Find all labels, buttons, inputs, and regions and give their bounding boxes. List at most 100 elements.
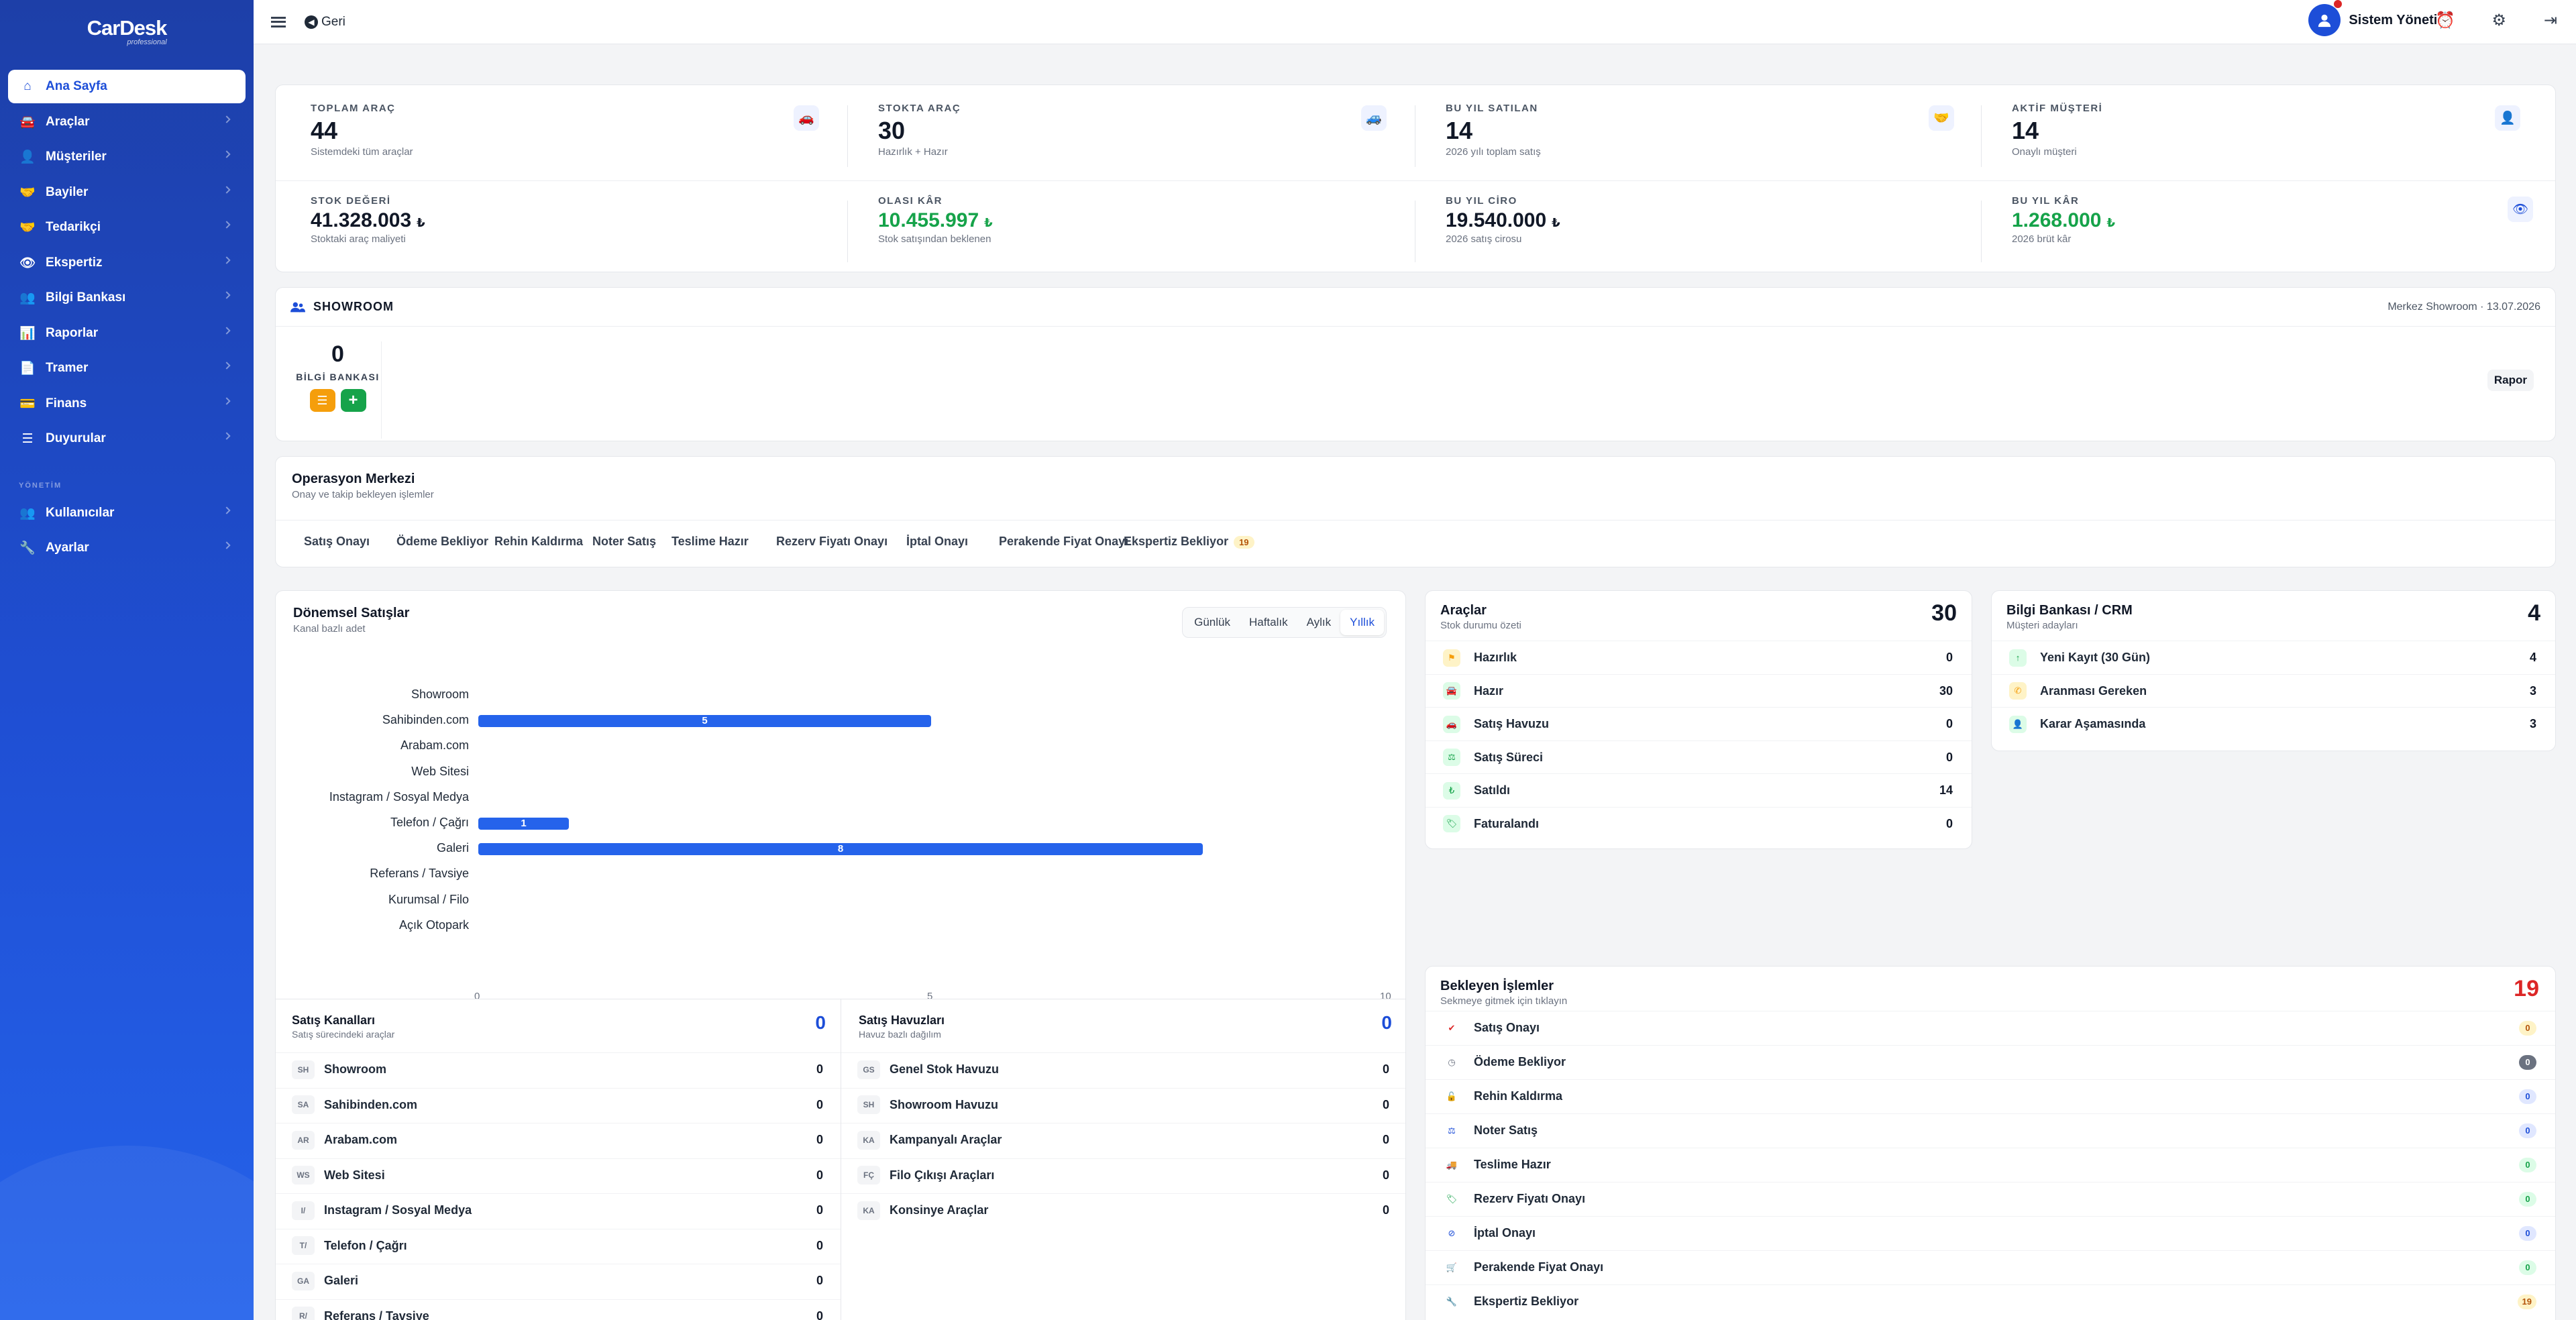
channels-row[interactable]: R/Referans / Tavsiye 0 [276,1299,841,1320]
vehicles-row[interactable]: 🚗 Satış Havuzu 0 [1426,707,1972,740]
channels-row[interactable]: WS Web Sitesi 0 [276,1158,841,1192]
bar[interactable]: 5 [478,715,931,728]
bar-category-label: Kurumsal / Filo [388,892,469,906]
pools-row[interactable]: KA Kampanyalı Araçlar 0 [841,1123,1405,1156]
main-content: TOPLAM ARAÇ 44 Sistemdeki tüm araçlar 🚗 STOK… [254,44,2576,1320]
sidebar-item[interactable]: 🤝 Bayiler [8,176,246,209]
add-button[interactable]: + [340,389,366,412]
channels-row[interactable]: I/Instagram / Sosyal Medya 0 [276,1193,841,1227]
pools-row[interactable]: SH Showroom Havuzu 0 [841,1087,1405,1121]
sidebar-item[interactable]: 🚘 Araçlar [8,105,246,139]
pools-row-value: 0 [1382,1203,1389,1217]
gavel-icon: ⚖ [1443,749,1460,766]
pools-row[interactable]: KA Konsinye Araçlar 0 [841,1193,1405,1227]
tab-operation[interactable]: Rezerv Fiyatı Onayı [776,535,888,549]
sidebar-item[interactable]: 📄 Tramer [8,351,246,385]
stat-subtitle: 2026 satış cirosu [1446,233,1522,245]
tab-operation[interactable]: İptal Onayı [906,535,968,549]
vehicles-row-value: 0 [1945,750,1953,764]
pending-row[interactable]: ⊘ İptal Onayı 0 [1426,1216,2555,1250]
channels-row-label: Galeri [324,1274,359,1287]
pools-row-label: Konsinye Araçlar [890,1203,989,1217]
tab-operation[interactable]: Ödeme Bekliyor [396,535,488,549]
vehicles-row[interactable]: ⚖ Satış Süreci 0 [1426,740,1972,774]
report-button[interactable]: Rapor [2487,370,2534,391]
tab-operation[interactable]: Perakende Fiyat Onayı [999,535,1128,549]
pending-row[interactable]: ◷ Ödeme Bekliyor 0 [1426,1045,2555,1079]
flag-icon: ⚑ [1443,649,1460,667]
sidebar-item[interactable]: ⌂ Ana Sayfa [8,70,246,103]
pools-row-value: 0 [1382,1062,1389,1076]
tab-operation[interactable]: Rehin Kaldırma [494,535,583,549]
abbr-badge: WS [292,1166,315,1185]
list-button[interactable]: ☰ [309,389,335,412]
vehicles-row[interactable]: ₺ Satıldı 14 [1426,773,1972,807]
chevron-right-icon [223,541,231,549]
pending-row[interactable]: 🏷 Rezerv Fiyatı Onayı 0 [1426,1182,2555,1215]
pending-row[interactable]: 🔧 Ekspertiz Bekliyor 19 [1426,1284,2555,1318]
channels-row[interactable]: AR Arabam.com 0 [276,1123,841,1156]
crm-row[interactable]: ✆ Aranması Gereken 3 [1992,673,2555,708]
channels-row[interactable]: SH Showroom 0 [276,1052,841,1086]
currency-symbol: ₺ [2106,216,2115,229]
sidebar-item[interactable]: 🔧 Ayarlar [8,531,246,565]
gear-icon[interactable]: ⚙ [2491,11,2506,30]
pending-row[interactable]: ⚖ Noter Satış 0 [1426,1113,2555,1147]
ban-icon: ⊘ [1448,1227,1456,1238]
chart-icon: 📊 [19,326,36,341]
stat-money-2: BU YIL CİRO 19.540.000 ₺ 2026 satış cirosu [1446,195,1560,245]
topbar: ◀ Geri Sistem Yönetici ⏰ ⚙ ⇥ [254,0,2576,44]
tab-operation[interactable]: Satış Onayı [304,535,370,549]
pending-row[interactable]: 🛒 Perakende Fiyat Onayı 0 [1426,1250,2555,1284]
pending-row[interactable]: 🔓 Rehin Kaldırma 0 [1426,1079,2555,1113]
sidebar-item[interactable]: 💳 Finans [8,387,246,421]
sidebar-item[interactable]: 👤 Müşteriler [8,140,246,174]
vehicles-row[interactable]: 🚘 Hazır 30 [1426,673,1972,708]
bar-category-label: Arabam.com [400,738,469,753]
sidebar-item[interactable]: 👥 Kullanıcılar [8,496,246,530]
tab-operation[interactable]: Noter Satış [592,535,656,549]
pending-row[interactable]: 🚚 Teslime Hazır 0 [1426,1148,2555,1181]
crm-row[interactable]: 👤 Karar Aşamasında 3 [1992,707,2555,740]
sidebar-item[interactable]: 📊 Raporlar [8,317,246,350]
channels-row[interactable]: T/Telefon / Çağrı 0 [276,1228,841,1262]
home-icon: ⌂ [23,79,32,93]
alarm-clock-icon[interactable]: ⏰ [2435,11,2455,30]
pools-row[interactable]: GS Genel Stok Havuzu 0 [841,1052,1405,1086]
vehicles-row[interactable]: 🏷 Faturalandı 0 [1426,806,1972,840]
vehicles-row[interactable]: ⚑ Hazırlık 0 [1426,641,1972,674]
channels-row[interactable]: SA Sahibinden.com 0 [276,1087,841,1121]
brand-name: CarDesk [87,15,168,40]
tab-operation[interactable]: Ekspertiz Bekliyor 19 [1124,535,1254,549]
user-menu[interactable]: Sistem Yönetici [2308,0,2449,36]
bar[interactable]: 8 [478,843,1203,856]
crm-row[interactable]: ↑ Yeni Kayıt (30 Gün) 4 [1992,641,2555,674]
sidebar-item[interactable]: 👁 Ekspertiz [8,246,246,280]
back-button[interactable]: ◀ Geri [305,15,345,30]
pending-row[interactable]: ✔ Satış Onayı 0 [1426,1011,2555,1044]
channels-row[interactable]: GA Galeri 0 [276,1264,841,1297]
kb-label: BİLGİ BANKASI [296,372,380,382]
app-logo[interactable]: CarDesk professional [0,0,254,62]
tab-operation[interactable]: Teslime Hazır [672,535,749,549]
pools-row[interactable]: FÇ Filo Çıkışı Araçları 0 [841,1158,1405,1192]
vehicles-row-label: Satış Süreci [1474,750,1544,764]
sidebar-item[interactable]: 👥 Bilgi Bankası [8,281,246,315]
clock-icon: ◷ [1448,1056,1456,1067]
sidebar-item[interactable]: 🤝 Tedarikçi [8,211,246,244]
crm-row-value: 3 [2529,717,2536,730]
chevron-right-icon [223,396,231,405]
bar[interactable]: 1 [478,818,569,830]
logout-icon[interactable]: ⇥ [2544,11,2557,30]
sidebar-item[interactable]: ☰ Duyurular [8,422,246,455]
channels-row-label: Referans / Tavsiye [324,1309,429,1320]
eye-toggle-icon[interactable]: 👁 [2508,197,2533,222]
car-icon: 🚘 [1443,682,1460,700]
vehicles-row-value: 14 [1939,783,1953,797]
showroom-meta: Merkez Showroom · 13.07.2026 [2387,300,2540,313]
bar-category-label: Web Sitesi [411,764,469,778]
stat-label: TOPLAM ARAÇ [311,103,396,114]
sidebar-item-label: Ana Sayfa [46,79,107,93]
menu-toggle-icon[interactable] [271,16,286,28]
chevron-right-icon [223,432,231,440]
